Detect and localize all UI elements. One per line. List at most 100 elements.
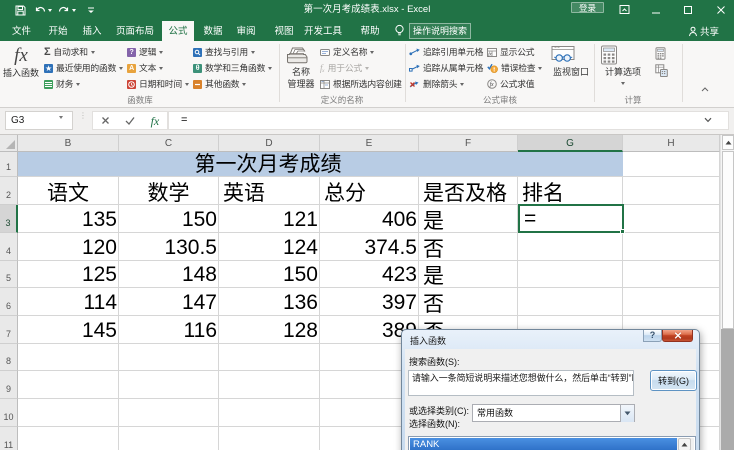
insert-function-fx-icon[interactable]: fx [151, 115, 160, 127]
active-cell-G3[interactable]: = [518, 204, 624, 233]
tab-data[interactable]: 数据 [200, 21, 226, 41]
formula-bar-expand-icon[interactable] [704, 117, 712, 123]
column-header-G[interactable]: G [518, 135, 623, 152]
row-header-4[interactable]: 4 [0, 233, 18, 261]
enter-icon[interactable] [125, 116, 135, 125]
vertical-scrollbar[interactable] [720, 135, 734, 450]
cell-E3[interactable]: 406 [320, 205, 419, 233]
close-button[interactable] [712, 0, 730, 19]
column-header-D[interactable]: D [219, 135, 320, 152]
show-formulas-button[interactable]: fx 显示公式 [487, 44, 535, 60]
cell-B4[interactable]: 120 [18, 233, 119, 261]
create-from-selection-button[interactable]: 根据所选内容创建 [320, 76, 402, 92]
cell-C3[interactable]: 150 [119, 205, 219, 233]
go-button[interactable]: 转到(G) [650, 370, 697, 391]
recently-used-button[interactable]: ★ 最近使用的函数 [44, 60, 124, 76]
cell-D7[interactable]: 128 [219, 316, 320, 344]
lookup-reference-button[interactable]: 查找与引用 [193, 44, 255, 60]
collapse-ribbon-icon[interactable] [701, 87, 715, 99]
sign-in-button[interactable]: 登录 [571, 2, 604, 13]
cell-E5[interactable]: 423 [320, 261, 419, 288]
minimize-button[interactable] [647, 0, 665, 19]
cell-G4[interactable] [518, 233, 623, 261]
cell-C8[interactable] [119, 344, 219, 371]
tab-developer[interactable]: 开发工具 [302, 21, 344, 41]
cell-G2[interactable]: 排名 [518, 177, 623, 205]
formula-bar-splitter[interactable]: ⋮ [79, 112, 87, 128]
tab-view[interactable]: 视图 [271, 21, 297, 41]
cell-F6[interactable]: 否 [419, 288, 518, 316]
tab-home[interactable]: 开始 [45, 21, 71, 41]
cell-B9[interactable] [18, 371, 119, 399]
column-header-H[interactable]: H [623, 135, 720, 152]
error-checking-button[interactable]: 错误检查 [487, 60, 543, 76]
cell-B8[interactable] [18, 344, 119, 371]
cell-C5[interactable]: 148 [119, 261, 219, 288]
column-header-B[interactable]: B [18, 135, 119, 152]
cell-C7[interactable]: 116 [119, 316, 219, 344]
trace-dependents-button[interactable]: 追踪从属单元格 [409, 60, 483, 76]
scrollbar-thumb[interactable] [722, 151, 734, 329]
cell-B7[interactable]: 145 [18, 316, 119, 344]
fill-handle[interactable] [620, 229, 625, 234]
column-header-E[interactable]: E [320, 135, 419, 152]
cell-F5[interactable]: 是 [419, 261, 518, 288]
name-box-dropdown-icon[interactable] [59, 116, 63, 119]
scrollbar-track[interactable] [721, 329, 734, 450]
row-header-8[interactable]: 8 [0, 344, 18, 371]
define-name-button[interactable]: 定义名称 [320, 44, 375, 60]
cell-D5[interactable]: 150 [219, 261, 320, 288]
evaluate-formula-button[interactable]: fx 公式求值 [487, 76, 535, 92]
row-header-1[interactable]: 1 [0, 152, 18, 177]
row-header-6[interactable]: 6 [0, 288, 18, 316]
dialog-help-button[interactable]: ? [643, 330, 662, 342]
cell-B11[interactable] [18, 427, 119, 450]
cell-H5[interactable] [623, 261, 720, 288]
combo-dropdown-icon[interactable] [620, 405, 634, 422]
financial-button[interactable]: 财务 [44, 76, 81, 92]
function-list-item-rank[interactable]: RANK [410, 438, 677, 450]
cell-D8[interactable] [219, 344, 320, 371]
calculate-sheet-button[interactable] [655, 62, 668, 78]
row-header-9[interactable]: 9 [0, 371, 18, 399]
cell-D3[interactable]: 121 [219, 205, 320, 233]
row-header-5[interactable]: 5 [0, 261, 18, 288]
more-functions-button[interactable]: 其他函数 [193, 76, 247, 92]
cell-H3[interactable] [623, 205, 720, 233]
cell-E6[interactable]: 397 [320, 288, 419, 316]
cell-B2[interactable]: 语文 [18, 177, 119, 205]
name-box[interactable]: G3 [5, 111, 73, 130]
remove-arrows-button[interactable]: 删除箭头 [409, 76, 465, 92]
cancel-icon[interactable] [101, 116, 110, 125]
insert-function-button[interactable]: fx 插入函数 [2, 42, 40, 104]
ribbon-display-options-icon[interactable] [615, 0, 633, 19]
cell-B3[interactable]: 135 [18, 205, 119, 233]
cell-H2[interactable] [623, 177, 720, 205]
share-button[interactable]: 共享 [688, 21, 719, 41]
trace-precedents-button[interactable]: 追踪引用单元格 [409, 44, 483, 60]
text-button[interactable]: A 文本 [127, 60, 164, 76]
row-header-10[interactable]: 10 [0, 399, 18, 427]
row-header-2[interactable]: 2 [0, 177, 18, 205]
cell-C10[interactable] [119, 399, 219, 427]
formula-input[interactable]: = [168, 111, 729, 130]
cell-E4[interactable]: 374.5 [320, 233, 419, 261]
autosum-button[interactable]: Σ 自动求和 [44, 44, 95, 60]
cell-C6[interactable]: 147 [119, 288, 219, 316]
cell-D11[interactable] [219, 427, 320, 450]
cell-G5[interactable] [518, 261, 623, 288]
function-list[interactable]: RANK [408, 436, 696, 450]
cell-G6[interactable] [518, 288, 623, 316]
tab-help[interactable]: 帮助 [357, 21, 383, 41]
tell-me-search[interactable]: 操作说明搜索 [409, 23, 471, 39]
dialog-close-button[interactable] [662, 330, 693, 342]
cell-F4[interactable]: 否 [419, 233, 518, 261]
math-trig-button[interactable]: θ 数学和三角函数 [193, 60, 273, 76]
cell-C9[interactable] [119, 371, 219, 399]
tab-file[interactable]: 文件 [8, 21, 35, 41]
cell-E2[interactable]: 总分 [320, 177, 419, 205]
row-header-7[interactable]: 7 [0, 316, 18, 344]
cell-C11[interactable] [119, 427, 219, 450]
date-time-button[interactable]: 日期和时间 [127, 76, 189, 92]
cell-H1[interactable] [623, 152, 720, 177]
